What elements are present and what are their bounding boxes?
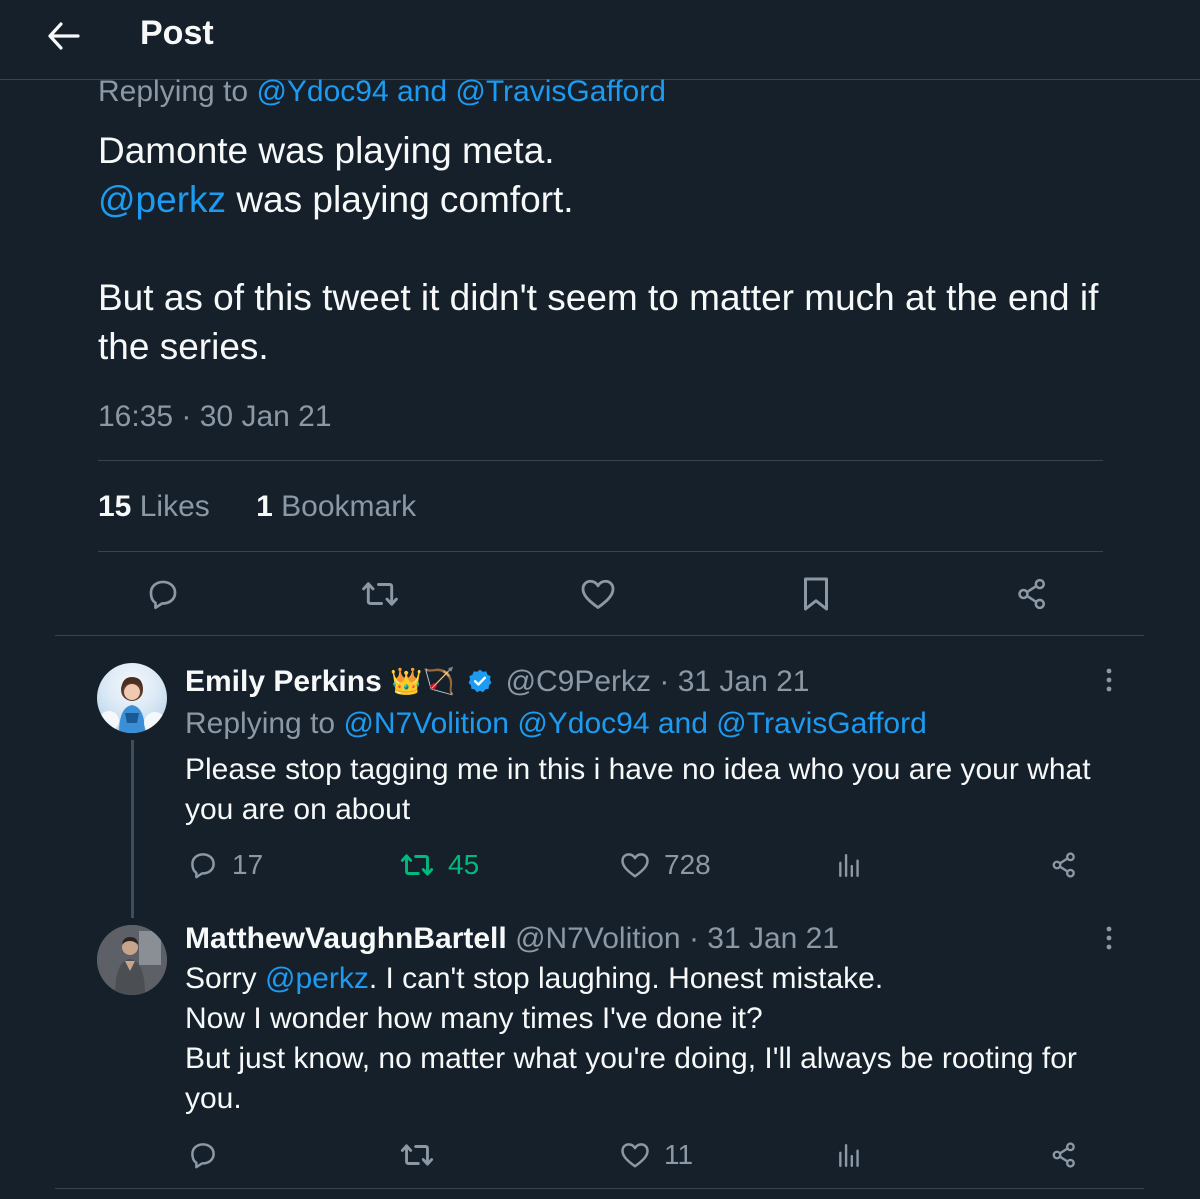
replying-prefix: Replying to [185,707,336,740]
share-button[interactable] [1050,845,1092,885]
post-stats: 15 Likes 1 Bookmark [98,490,454,524]
like-count: 728 [664,849,711,880]
analytics-button[interactable] [836,1135,876,1175]
replying-prefix: Replying to [98,75,249,108]
reply-text-line: But just know, no matter what you're doi… [185,1042,1077,1115]
thread-line [131,740,134,918]
likes-stat[interactable]: 15 Likes [98,490,210,523]
post-text-line: @perkz was playing comfort. [98,175,1108,224]
reply-header: Emily Perkins 👑🏹 @C9Perkz · 31 Jan 21 [185,662,810,701]
retweet-count: 45 [448,849,480,880]
post-timestamp[interactable]: 16:35 · 30 Jan 21 [98,400,332,434]
back-button[interactable] [40,12,88,60]
more-options-button[interactable] [1096,662,1122,698]
retweet-button[interactable] [354,568,406,620]
post-text-line: Damonte was playing meta. [98,130,555,171]
bookmarks-label: Bookmark [281,490,417,523]
mention-link-ydoc94[interactable]: @Ydoc94 [517,707,649,740]
display-name[interactable]: Emily Perkins [185,665,382,698]
display-name[interactable]: MatthewVaughnBartell [185,922,507,955]
like-icon [581,579,615,609]
post-text-fragment: was playing comfort. [226,179,574,220]
analytics-icon [839,854,859,878]
bookmarks-stat[interactable]: 1 Bookmark [256,490,416,523]
analytics-icon [839,1144,859,1168]
retweet-icon [400,1144,434,1166]
like-button[interactable]: 11 [620,1135,693,1175]
like-icon [621,853,649,878]
more-options-button[interactable] [1096,920,1122,956]
reply-text-fragment: Sorry [185,962,266,995]
reply-button[interactable]: 17 [188,845,263,885]
mention-link-travisgafford[interactable]: @TravisGafford [716,707,927,740]
retweet-button[interactable] [400,1135,448,1175]
like-icon [621,1143,649,1168]
mention-link-travisgafford[interactable]: @TravisGafford [455,75,666,108]
top-bar: Post [0,0,1200,80]
likes-count: 15 [98,490,132,523]
handle-and-date[interactable]: @N7Volition · 31 Jan 21 [515,922,839,955]
share-button[interactable] [1006,568,1058,620]
like-count: 11 [664,1139,694,1170]
reply-header: MatthewVaughnBartell @N7Volition · 31 Ja… [185,920,839,958]
handle-and-date[interactable]: @C9Perkz · 31 Jan 21 [506,665,810,698]
reply-action-bar: 17 45 728 [0,845,1200,885]
verified-badge-icon [468,669,492,693]
replying-and: and [657,707,708,740]
page-title: Post [140,14,214,52]
divider [98,460,1103,461]
divider [98,551,1103,552]
bookmarks-count: 1 [256,490,273,523]
share-icon [1052,1142,1075,1168]
retweet-icon [362,582,398,606]
mention-link-perkz[interactable]: @perkz [265,962,369,995]
more-vertical-icon [1106,926,1112,950]
mention-link-ydoc94[interactable]: @Ydoc94 [256,75,388,108]
analytics-button[interactable] [836,845,876,885]
mention-link-perkz[interactable]: @perkz [98,179,226,220]
more-vertical-icon [1106,668,1112,692]
divider [55,635,1144,636]
post-text-line: But as of this tweet it didn't seem to m… [98,277,1099,367]
replying-to-line: Replying to @N7Volition @Ydoc94 and @Tra… [185,705,927,743]
reply-text: Please stop tagging me in this i have no… [185,750,1105,830]
reply-text-body: Please stop tagging me in this i have no… [185,753,1091,826]
post-action-bar [0,568,1200,620]
avatar-illustration [97,925,167,995]
name-emoji: 👑🏹 [390,666,455,696]
post-detail-page: Post Replying to @Ydoc94 and @TravisGaff… [0,0,1200,1199]
replying-to-line: Replying to @Ydoc94 and @TravisGafford [98,72,1108,112]
reply-text-fragment: . I can't stop laughing. Honest mistake. [368,962,884,995]
divider [55,1188,1144,1189]
avatar[interactable] [97,663,167,733]
reply-button[interactable] [137,568,189,620]
like-button[interactable] [572,568,624,620]
likes-label: Likes [139,490,210,523]
avatar-illustration [99,677,166,733]
bookmark-button[interactable] [790,568,842,620]
reply-action-bar: 11 [0,1135,1200,1175]
reply-icon [191,1143,215,1169]
mention-link-n7volition[interactable]: @N7Volition [343,707,509,740]
arrow-left-icon [48,22,80,50]
share-icon [1018,578,1046,610]
reply-text: Sorry @perkz. I can't stop laughing. Hon… [185,959,1105,1119]
like-button[interactable]: 728 [620,845,711,885]
retweet-icon [400,854,434,876]
reply-count: 17 [232,849,264,880]
main-post: Replying to @Ydoc94 and @TravisGafford D… [98,72,1108,371]
reply-icon [149,580,177,610]
reply-text-line: Now I wonder how many times I've done it… [185,1002,763,1035]
reply-text-line: Sorry @perkz. I can't stop laughing. Hon… [185,959,1105,999]
replying-and: and [396,75,448,108]
share-icon [1052,852,1075,878]
avatar[interactable] [97,925,167,995]
post-text: Damonte was playing meta. @perkz was pla… [98,126,1108,371]
share-button[interactable] [1050,1135,1092,1175]
reply-button[interactable] [188,1135,232,1175]
retweet-button[interactable]: 45 [400,845,479,885]
bookmark-icon [804,577,828,611]
reply-icon [191,853,215,879]
